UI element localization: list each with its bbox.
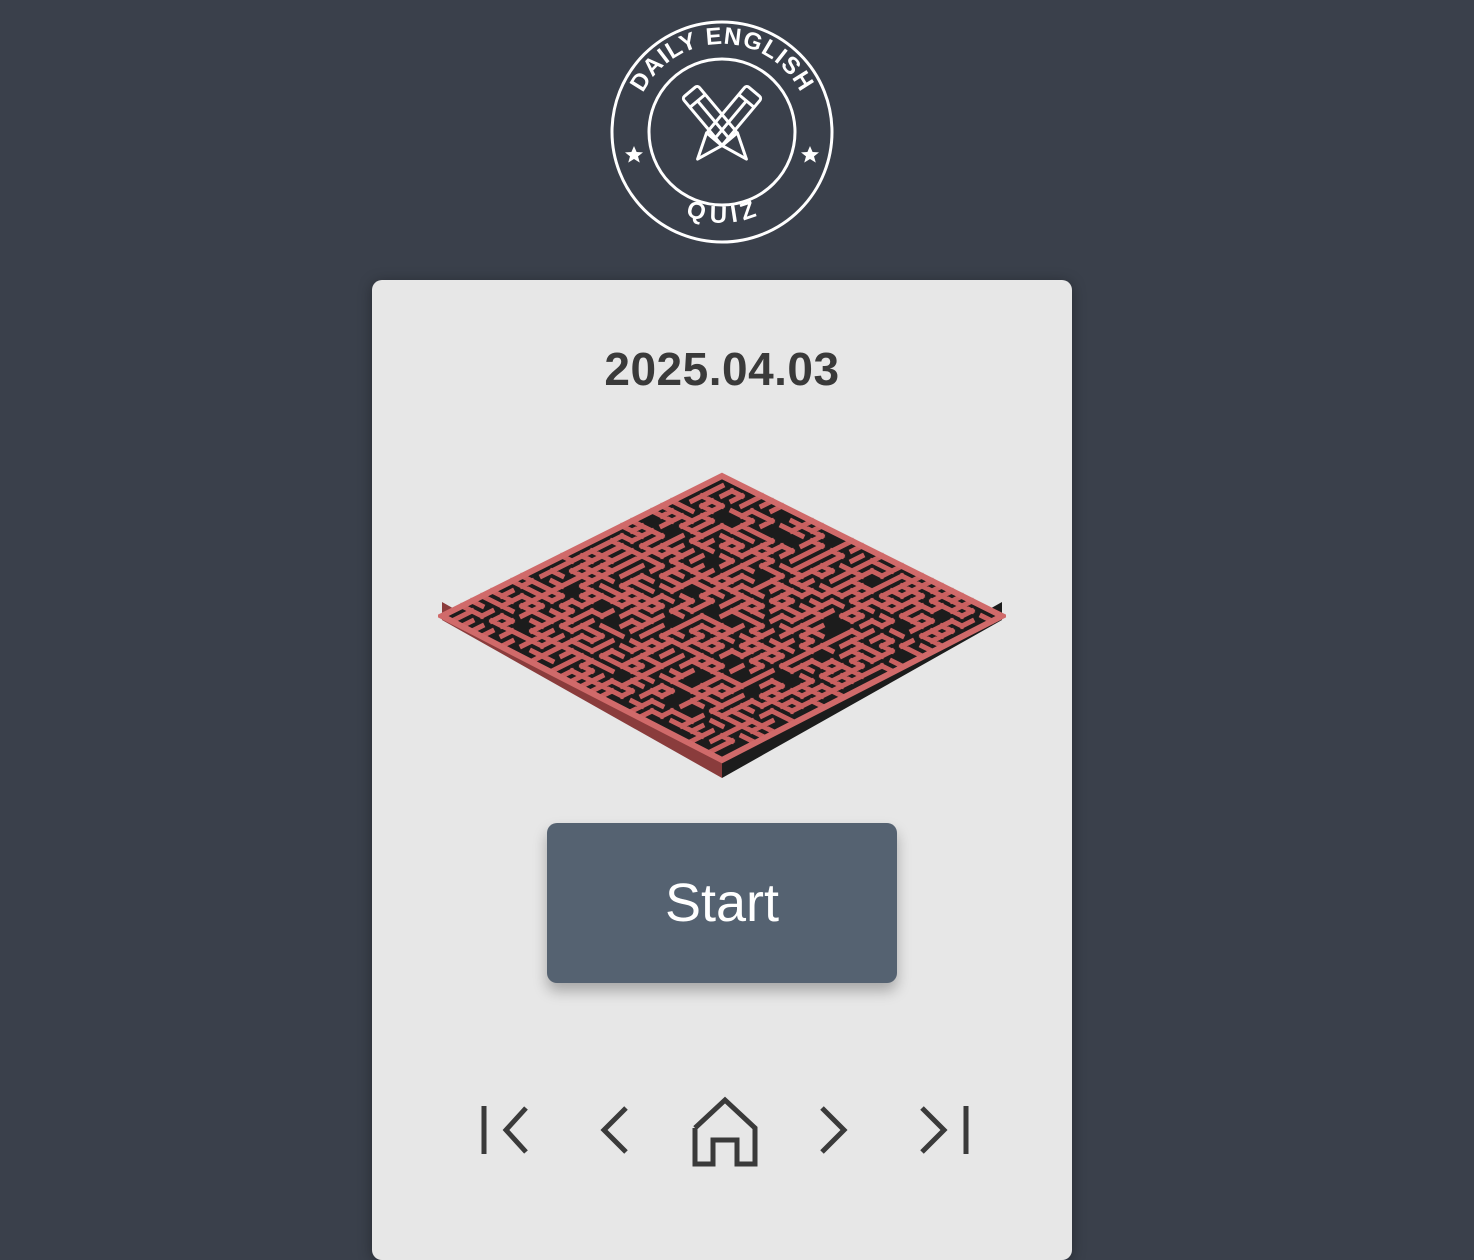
first-page-icon (481, 1106, 528, 1154)
home-icon (692, 1096, 758, 1167)
daily-english-quiz-logo: DAILY ENGLISH QUIZ (608, 18, 836, 246)
svg-text:QUIZ: QUIZ (683, 195, 761, 229)
crossed-pencils-icon (681, 84, 763, 161)
last-page-button[interactable] (902, 1092, 986, 1172)
logo-bottom-text: QUIZ (683, 195, 759, 229)
previous-page-button[interactable] (572, 1092, 656, 1172)
next-page-icon (820, 1106, 848, 1154)
previous-page-icon (600, 1106, 628, 1154)
home-button[interactable] (683, 1092, 767, 1172)
star-icon (625, 146, 643, 163)
start-button[interactable]: Start (547, 823, 897, 983)
quiz-date: 2025.04.03 (604, 343, 840, 395)
last-page-icon (920, 1106, 969, 1154)
pagination-nav (372, 1092, 1072, 1172)
quiz-card: 2025.04.03 Start (372, 280, 1072, 1260)
isometric-maze-image (435, 472, 1009, 778)
next-page-button[interactable] (792, 1092, 876, 1172)
star-icon (801, 146, 819, 163)
first-page-button[interactable] (464, 1092, 548, 1172)
